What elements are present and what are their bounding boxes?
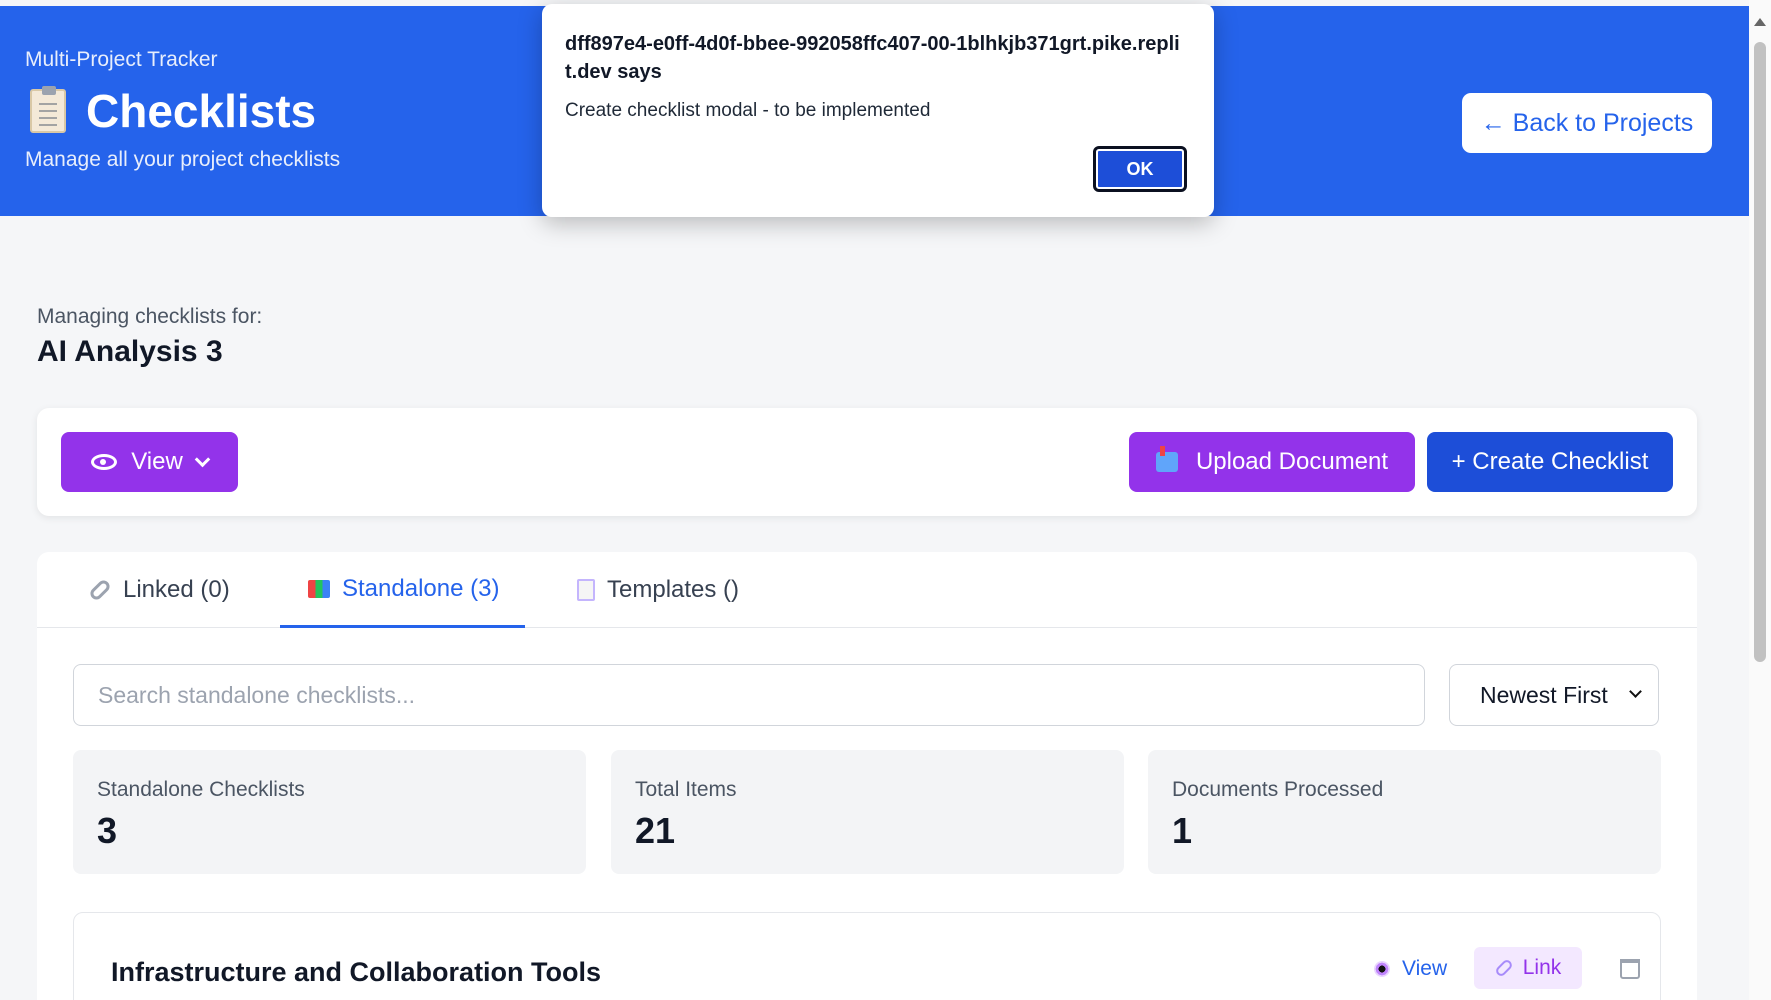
trash-icon[interactable] bbox=[1620, 959, 1640, 979]
view-dropdown-button[interactable]: View bbox=[61, 432, 238, 492]
toolbar-card: View Upload Document + Create Checklist bbox=[37, 408, 1697, 516]
project-name: AI Analysis 3 bbox=[37, 335, 223, 368]
link-icon bbox=[87, 577, 113, 603]
stat-value: 21 bbox=[635, 810, 676, 851]
clipboard-icon bbox=[30, 86, 66, 133]
sort-selected-value: Newest First bbox=[1480, 681, 1608, 708]
stat-label: Standalone Checklists bbox=[97, 778, 305, 801]
eye-icon bbox=[1374, 961, 1390, 977]
managing-label: Managing checklists for: bbox=[37, 305, 263, 328]
chevron-down-icon bbox=[1629, 685, 1642, 698]
stat-label: Total Items bbox=[635, 778, 737, 801]
vertical-scrollbar[interactable] bbox=[1749, 0, 1771, 1000]
checklist-card: Infrastructure and Collaboration Tools V… bbox=[73, 912, 1661, 1000]
page-title: Checklists bbox=[86, 85, 317, 137]
eye-icon bbox=[91, 454, 118, 470]
stat-value: 3 bbox=[97, 810, 118, 851]
checklist-title: Infrastructure and Collaboration Tools bbox=[111, 957, 602, 987]
dialog-message: Create checklist modal - to be implement… bbox=[565, 100, 931, 121]
view-button-label: View bbox=[131, 448, 183, 475]
dialog-origin: dff897e4-e0ff-4d0f-bbee-992058ffc407-00-… bbox=[565, 33, 1180, 83]
books-icon bbox=[308, 579, 330, 598]
tab-bar: Linked (0) Standalone (3) Templates () bbox=[37, 552, 1697, 628]
chevron-down-icon bbox=[194, 451, 211, 467]
ok-button[interactable]: OK bbox=[1093, 146, 1187, 192]
stat-standalone-checklists: Standalone Checklists 3 bbox=[73, 750, 586, 874]
tab-label: Standalone (3) bbox=[342, 574, 500, 602]
link-label: Link bbox=[1522, 956, 1562, 979]
checklist-link-button[interactable]: Link bbox=[1474, 947, 1582, 989]
create-checklist-button[interactable]: + Create Checklist bbox=[1427, 432, 1673, 492]
stat-total-items: Total Items 21 bbox=[611, 750, 1124, 874]
tab-label: Templates () bbox=[607, 576, 740, 603]
tab-templates[interactable]: Templates () bbox=[577, 552, 739, 628]
title-row: Checklists bbox=[30, 84, 316, 138]
stat-value: 1 bbox=[1172, 810, 1193, 851]
app-name: Multi-Project Tracker bbox=[25, 48, 218, 71]
stat-label: Documents Processed bbox=[1172, 778, 1384, 801]
link-icon bbox=[1493, 958, 1514, 978]
search-input[interactable] bbox=[73, 664, 1425, 726]
mailbox-icon bbox=[1155, 446, 1178, 472]
stat-documents-processed: Documents Processed 1 bbox=[1148, 750, 1661, 874]
alert-dialog: dff897e4-e0ff-4d0f-bbee-992058ffc407-00-… bbox=[542, 4, 1214, 217]
view-label: View bbox=[1402, 957, 1448, 980]
page-subtitle: Manage all your project checklists bbox=[25, 148, 341, 171]
tab-label: Linked (0) bbox=[123, 576, 230, 603]
scroll-thumb[interactable] bbox=[1754, 42, 1766, 662]
document-icon bbox=[577, 579, 595, 601]
checklists-panel: Linked (0) Standalone (3) Templates () N… bbox=[37, 552, 1697, 1000]
tab-standalone[interactable]: Standalone (3) bbox=[280, 552, 525, 628]
upload-button-label: Upload Document bbox=[1195, 448, 1389, 475]
tab-linked[interactable]: Linked (0) bbox=[87, 552, 230, 628]
sort-select[interactable]: Newest First bbox=[1449, 664, 1659, 726]
scroll-up-arrow-icon[interactable] bbox=[1754, 18, 1766, 26]
upload-document-button[interactable]: Upload Document bbox=[1129, 432, 1415, 492]
back-to-projects-button[interactable]: ← Back to Projects bbox=[1462, 93, 1712, 153]
checklist-view-button[interactable]: View bbox=[1374, 957, 1447, 981]
